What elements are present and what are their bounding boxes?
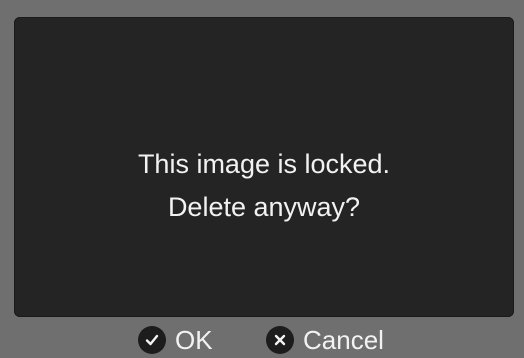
- screen: This image is locked. Delete anyway? OK …: [0, 0, 524, 358]
- cancel-button[interactable]: Cancel: [266, 322, 384, 358]
- x-icon: [266, 326, 294, 354]
- dialog-message: This image is locked. Delete anyway?: [14, 143, 514, 229]
- confirm-dialog: This image is locked. Delete anyway?: [14, 17, 514, 317]
- button-bar: OK Cancel: [0, 322, 524, 358]
- ok-button[interactable]: OK: [138, 322, 213, 358]
- message-line-1: This image is locked.: [137, 149, 391, 179]
- message-line-2: Delete anyway?: [167, 192, 361, 222]
- cancel-label: Cancel: [303, 324, 384, 355]
- ok-label: OK: [175, 324, 213, 355]
- check-icon: [138, 326, 166, 354]
